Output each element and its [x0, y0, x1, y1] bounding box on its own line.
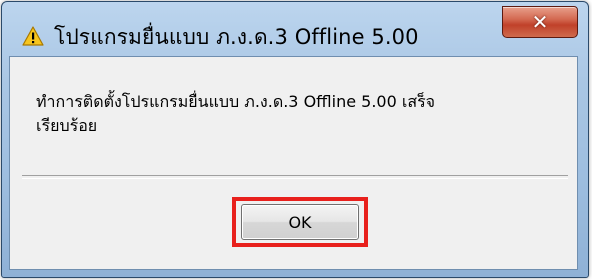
close-icon: ✕: [531, 10, 549, 34]
ok-button[interactable]: OK: [241, 204, 359, 240]
warning-icon: [22, 26, 44, 46]
title-bar[interactable]: โปรแกรมยื่นแบบ ภ.ง.ด.3 Offline 5.00: [2, 2, 588, 58]
message-line-2: เรียบร้อย: [36, 116, 98, 135]
close-button[interactable]: ✕: [502, 6, 578, 38]
dialog-title: โปรแกรมยื่นแบบ ภ.ง.ด.3 Offline 5.00: [54, 25, 419, 49]
message-text: ทำการติดตั้งโปรแกรมยื่นแบบ ภ.ง.ด.3 Offli…: [36, 90, 556, 138]
separator: [22, 175, 568, 179]
message-line-1: ทำการติดตั้งโปรแกรมยื่นแบบ ภ.ง.ด.3 Offli…: [36, 92, 436, 111]
